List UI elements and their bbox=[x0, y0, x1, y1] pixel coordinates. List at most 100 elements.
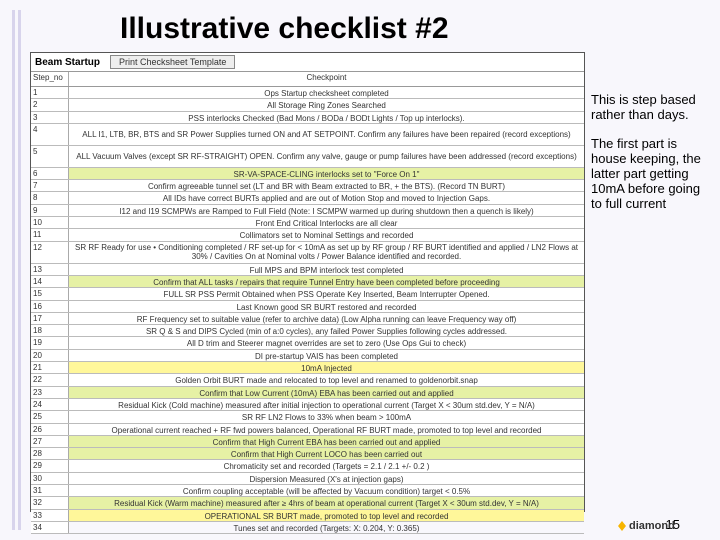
step-number: 15 bbox=[31, 288, 69, 299]
table-row: 24Residual Kick (Cold machine) measured … bbox=[31, 399, 584, 411]
checkpoint-text: Confirm coupling acceptable (will be aff… bbox=[69, 485, 584, 496]
table-row: 7Confirm agreeable tunnel set (LT and BR… bbox=[31, 180, 584, 192]
table-row: 3PSS interlocks Checked (Bad Mons / BODa… bbox=[31, 112, 584, 124]
checkpoint-text: I12 and I19 SCMPWs are Ramped to Full Fi… bbox=[69, 205, 584, 216]
checkpoint-text: PSS interlocks Checked (Bad Mons / BODa … bbox=[69, 112, 584, 123]
step-number: 17 bbox=[31, 313, 69, 324]
step-number: 31 bbox=[31, 485, 69, 496]
table-row: 23Confirm that Low Current (10mA) EBA ha… bbox=[31, 387, 584, 399]
step-number: 18 bbox=[31, 325, 69, 336]
step-number: 21 bbox=[31, 362, 69, 373]
step-number: 4 bbox=[31, 124, 69, 145]
slide-title: Illustrative checklist #2 bbox=[0, 0, 720, 46]
checkpoint-text: Operational current reached + RF fwd pow… bbox=[69, 424, 584, 435]
checkpoint-text: Full MPS and BPM interlock test complete… bbox=[69, 264, 584, 275]
side-note-1: This is step based rather than days. bbox=[591, 92, 712, 122]
table-header-row: Step_no Checkpoint bbox=[31, 72, 584, 87]
checkpoint-text: Residual Kick (Cold machine) measured af… bbox=[69, 399, 584, 410]
print-template-button[interactable]: Print Checksheet Template bbox=[110, 55, 235, 69]
checkpoint-text: Front End Critical Interlocks are all cl… bbox=[69, 217, 584, 228]
checkpoint-text: Tunes set and recorded (Targets: X: 0.20… bbox=[69, 522, 584, 533]
checkpoint-text: Dispersion Measured (X's at injection ga… bbox=[69, 473, 584, 484]
step-number: 1 bbox=[31, 87, 69, 98]
logo-text: diamond bbox=[629, 520, 675, 532]
table-row: 28Confirm that High Current LOCO has bee… bbox=[31, 448, 584, 460]
table-row: 14Confirm that ALL tasks / repairs that … bbox=[31, 276, 584, 288]
checkpoint-text: SR RF Ready for use • Conditioning compl… bbox=[69, 242, 584, 263]
checkpoint-text: Confirm that ALL tasks / repairs that re… bbox=[69, 276, 584, 287]
checkpoint-text: RF Frequency set to suitable value (refe… bbox=[69, 313, 584, 324]
step-number: 6 bbox=[31, 168, 69, 179]
step-number: 24 bbox=[31, 399, 69, 410]
step-number: 30 bbox=[31, 473, 69, 484]
checkpoint-text: DI pre-startup VAIS has been completed bbox=[69, 350, 584, 361]
checkpoint-text: All D trim and Steerer magnet overrides … bbox=[69, 337, 584, 348]
table-row: 2All Storage Ring Zones Searched bbox=[31, 99, 584, 111]
table-row: 26Operational current reached + RF fwd p… bbox=[31, 424, 584, 436]
table-row: 12SR RF Ready for use • Conditioning com… bbox=[31, 242, 584, 264]
checkpoint-text: Confirm that Low Current (10mA) EBA has … bbox=[69, 387, 584, 398]
step-number: 22 bbox=[31, 374, 69, 385]
step-number: 2 bbox=[31, 99, 69, 110]
checkpoint-text: Ops Startup checksheet completed bbox=[69, 87, 584, 98]
table-row: 8All IDs have correct BURTs applied and … bbox=[31, 192, 584, 204]
checkpoint-text: ALL Vacuum Valves (except SR RF-STRAIGHT… bbox=[69, 146, 584, 167]
checkpoint-text: FULL SR PSS Permit Obtained when PSS Ope… bbox=[69, 288, 584, 299]
table-row: 32Residual Kick (Warm machine) measured … bbox=[31, 497, 584, 509]
table-row: 2110mA Injected bbox=[31, 362, 584, 374]
table-row: 15FULL SR PSS Permit Obtained when PSS O… bbox=[31, 288, 584, 300]
table-row: 29Chromaticity set and recorded (Targets… bbox=[31, 460, 584, 472]
checkpoint-text: Golden Orbit BURT made and relocated to … bbox=[69, 374, 584, 385]
table-row: 20DI pre-startup VAIS has been completed bbox=[31, 350, 584, 362]
checkpoint-text: Confirm that High Current EBA has been c… bbox=[69, 436, 584, 447]
table-row: 33OPERATIONAL SR BURT made, promoted to … bbox=[31, 510, 584, 522]
table-row: 17RF Frequency set to suitable value (re… bbox=[31, 313, 584, 325]
table-row: 34Tunes set and recorded (Targets: X: 0.… bbox=[31, 522, 584, 534]
checkpoint-text: All IDs have correct BURTs applied and a… bbox=[69, 192, 584, 203]
checkpoint-text: Confirm that High Current LOCO has been … bbox=[69, 448, 584, 459]
checkpoint-text: SR RF LN2 Flows to 33% when beam > 100mA bbox=[69, 411, 584, 422]
checklist-screenshot: Beam Startup Print Checksheet Template S… bbox=[30, 52, 585, 512]
checkpoint-text: Last Known good SR BURT restored and rec… bbox=[69, 301, 584, 312]
step-number: 34 bbox=[31, 522, 69, 533]
checkpoint-text: SR Q & S and DIPS Cycled (min of a:0 cyc… bbox=[69, 325, 584, 336]
step-number: 26 bbox=[31, 424, 69, 435]
checkpoint-text: OPERATIONAL SR BURT made, promoted to to… bbox=[69, 510, 584, 521]
table-row: 5ALL Vacuum Valves (except SR RF-STRAIGH… bbox=[31, 146, 584, 168]
step-number: 7 bbox=[31, 180, 69, 191]
step-number: 5 bbox=[31, 146, 69, 167]
checkpoint-text: Collimators set to Nominal Settings and … bbox=[69, 229, 584, 240]
step-number: 10 bbox=[31, 217, 69, 228]
side-notes: This is step based rather than days. The… bbox=[591, 52, 712, 512]
table-row: 11Collimators set to Nominal Settings an… bbox=[31, 229, 584, 241]
table-row: 9I12 and I19 SCMPWs are Ramped to Full F… bbox=[31, 205, 584, 217]
checkpoint-text: Chromaticity set and recorded (Targets =… bbox=[69, 460, 584, 471]
side-note-2: The first part is house keeping, the lat… bbox=[591, 136, 712, 211]
step-number: 27 bbox=[31, 436, 69, 447]
step-number: 20 bbox=[31, 350, 69, 361]
checklist-label: Beam Startup bbox=[31, 57, 110, 68]
step-number: 14 bbox=[31, 276, 69, 287]
header-checkpoint: Checkpoint bbox=[69, 72, 584, 86]
checkpoint-text: 10mA Injected bbox=[69, 362, 584, 373]
table-row: 6SR-VA-SPACE-CLING interlocks set to "Fo… bbox=[31, 168, 584, 180]
step-number: 8 bbox=[31, 192, 69, 203]
step-number: 3 bbox=[31, 112, 69, 123]
step-number: 9 bbox=[31, 205, 69, 216]
step-number: 12 bbox=[31, 242, 69, 263]
table-row: 4ALL I1, LTB, BR, BTS and SR Power Suppl… bbox=[31, 124, 584, 146]
table-row: 22Golden Orbit BURT made and relocated t… bbox=[31, 374, 584, 386]
checkpoint-text: SR-VA-SPACE-CLING interlocks set to "For… bbox=[69, 168, 584, 179]
checkpoint-text: Residual Kick (Warm machine) measured af… bbox=[69, 497, 584, 508]
table-row: 16Last Known good SR BURT restored and r… bbox=[31, 301, 584, 313]
table-row: 31Confirm coupling acceptable (will be a… bbox=[31, 485, 584, 497]
header-step: Step_no bbox=[31, 72, 69, 86]
step-number: 28 bbox=[31, 448, 69, 459]
step-number: 11 bbox=[31, 229, 69, 240]
table-row: 19All D trim and Steerer magnet override… bbox=[31, 337, 584, 349]
table-row: 1Ops Startup checksheet completed bbox=[31, 87, 584, 99]
table-row: 27Confirm that High Current EBA has been… bbox=[31, 436, 584, 448]
table-row: 18SR Q & S and DIPS Cycled (min of a:0 c… bbox=[31, 325, 584, 337]
diamond-logo: diamond bbox=[614, 518, 704, 534]
checkpoint-text: All Storage Ring Zones Searched bbox=[69, 99, 584, 110]
